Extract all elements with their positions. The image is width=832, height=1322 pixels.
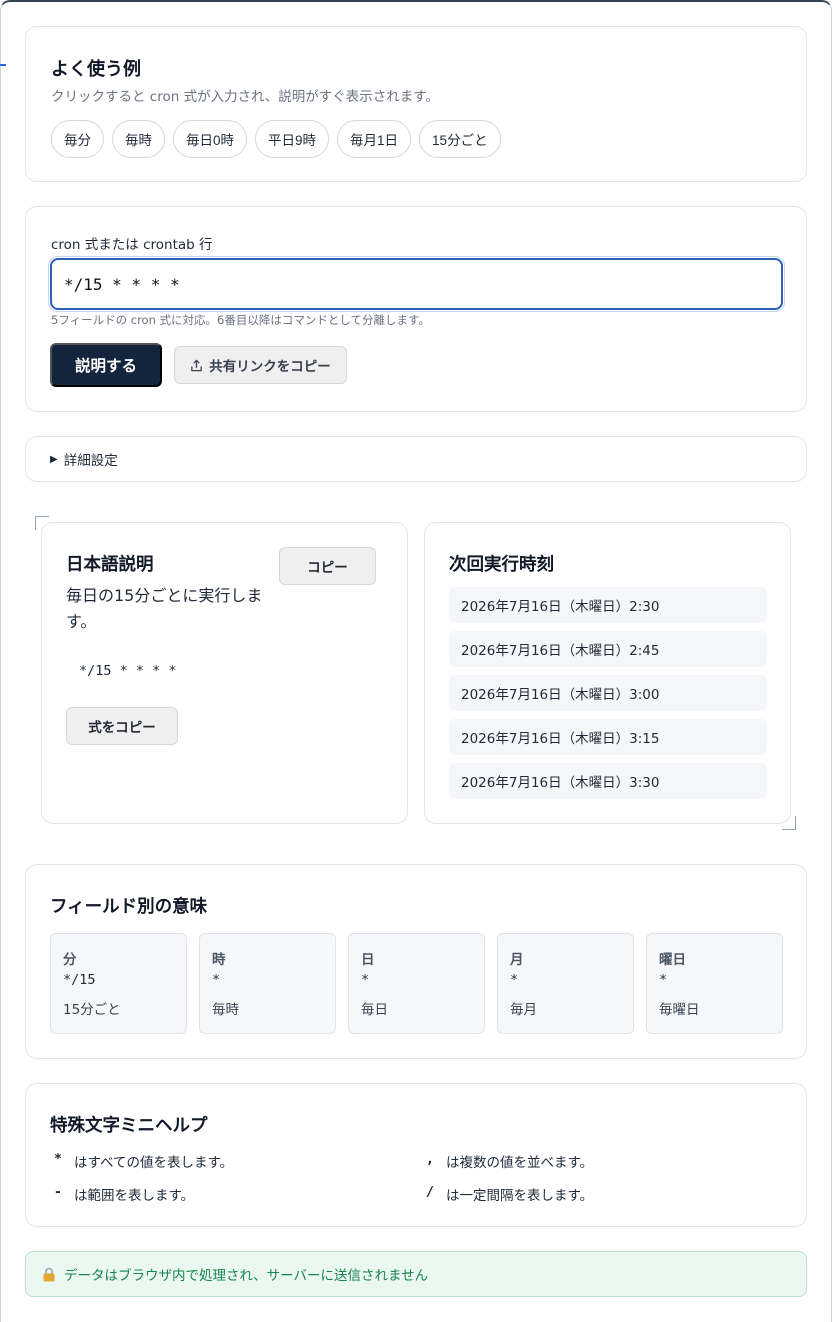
- share-link-button[interactable]: 共有リンクをコピー: [174, 346, 347, 384]
- help-item-slash: / は一定間隔を表します。: [424, 1184, 593, 1204]
- expand-triangle-icon: ▶: [50, 453, 58, 465]
- cron-input[interactable]: */15 * * * *: [48, 256, 785, 312]
- field-value: *: [510, 972, 519, 988]
- copy-description-button[interactable]: コピー: [279, 547, 376, 585]
- lock-icon: [43, 1267, 55, 1281]
- field-name: 時: [212, 952, 226, 968]
- edge-marker: [0, 64, 6, 66]
- field-name: 分: [63, 952, 77, 968]
- help-item-comma: , は複数の値を並べます。: [424, 1151, 593, 1171]
- advanced-settings-toggle[interactable]: ▶ 詳細設定: [25, 436, 807, 482]
- next-run-item: 2026年7月16日（木曜日）2:45: [449, 631, 767, 667]
- help-text: は一定間隔を表します。: [446, 1188, 594, 1204]
- help-text: は複数の値を並べます。: [446, 1155, 594, 1171]
- next-runs-title: 次回実行時刻: [449, 555, 554, 575]
- next-run-item: 2026年7月16日（木曜日）3:00: [449, 675, 767, 711]
- description-expression: */15 * * * *: [79, 663, 177, 679]
- description-title: 日本語説明: [66, 555, 154, 575]
- field-month: 月 * 毎月: [497, 933, 634, 1034]
- privacy-notice: データはブラウザ内で処理され、サーバーに送信されません: [25, 1251, 807, 1297]
- examples-subtitle: クリックすると cron 式が入力され、説明がすぐ表示されます。: [51, 89, 439, 105]
- example-chip-monthly-1st[interactable]: 毎月1日: [337, 120, 412, 158]
- field-meaning: 15分ごと: [63, 1002, 121, 1018]
- description-text: 毎日の15分ごとに実行します。: [66, 586, 263, 631]
- cron-input-hint: 5フィールドの cron 式に対応。6番目以降はコマンドとして分離します。: [51, 313, 430, 327]
- copy-expression-button[interactable]: 式をコピー: [66, 707, 178, 745]
- help-item-hyphen: - は範囲を表します。: [52, 1184, 194, 1204]
- help-symbol: ,: [425, 1151, 435, 1167]
- next-run-item: 2026年7月16日（木曜日）3:30: [449, 763, 767, 799]
- next-run-item: 2026年7月16日（木曜日）3:15: [449, 719, 767, 755]
- field-minute: 分 */15 15分ごと: [50, 933, 187, 1034]
- example-chip-every-hour[interactable]: 毎時: [112, 120, 165, 158]
- fields-grid: 分 */15 15分ごと 時 * 毎時 日 * 毎日 月 * 毎月 曜日 * 毎…: [50, 933, 783, 1034]
- share-link-label: 共有リンクをコピー: [209, 359, 331, 374]
- help-text: は範囲を表します。: [74, 1188, 195, 1204]
- example-chip-every-minute[interactable]: 毎分: [51, 120, 104, 158]
- example-chips: 毎分 毎時 毎日0時 平日9時 毎月1日 15分ごと: [51, 120, 501, 158]
- field-meaning: 毎時: [212, 1002, 239, 1018]
- field-value: *: [212, 972, 221, 988]
- help-symbol: -: [53, 1184, 63, 1200]
- field-name: 曜日: [659, 952, 686, 968]
- field-value: *: [361, 972, 370, 988]
- field-weekday: 曜日 * 毎曜日: [646, 933, 783, 1034]
- examples-card: よく使う例 クリックすると cron 式が入力され、説明がすぐ表示されます。 毎…: [25, 26, 807, 182]
- fields-card: フィールド別の意味 分 */15 15分ごと 時 * 毎時 日 * 毎日 月 *…: [25, 864, 807, 1059]
- examples-title: よく使う例: [51, 59, 141, 80]
- field-meaning: 毎月: [510, 1002, 537, 1018]
- help-item-asterisk: * はすべての値を表します。: [52, 1151, 233, 1171]
- privacy-text: データはブラウザ内で処理され、サーバーに送信されません: [64, 1268, 429, 1284]
- input-card: cron 式または crontab 行 */15 * * * * 5フィールドの…: [25, 206, 807, 412]
- help-symbol: /: [425, 1184, 435, 1200]
- cron-input-label: cron 式または crontab 行: [51, 237, 213, 253]
- field-meaning: 毎曜日: [659, 1002, 700, 1018]
- description-panel: 日本語説明 コピー 毎日の15分ごとに実行します。 */15 * * * * 式…: [41, 522, 408, 824]
- example-chip-weekdays-9[interactable]: 平日9時: [255, 120, 330, 158]
- example-chip-every-15-min[interactable]: 15分ごと: [419, 120, 501, 158]
- field-hour: 時 * 毎時: [199, 933, 336, 1034]
- explain-button[interactable]: 説明する: [50, 343, 162, 387]
- example-chip-daily-midnight[interactable]: 毎日0時: [173, 120, 248, 158]
- advanced-settings-label: 詳細設定: [63, 453, 118, 469]
- next-runs-panel: 次回実行時刻 2026年7月16日（木曜日）2:30 2026年7月16日（木曜…: [424, 522, 791, 824]
- share-icon: [191, 358, 203, 371]
- field-value: */15: [63, 972, 96, 988]
- help-text: はすべての値を表します。: [74, 1155, 234, 1171]
- field-meaning: 毎日: [361, 1002, 388, 1018]
- field-day: 日 * 毎日: [348, 933, 485, 1034]
- help-title: 特殊文字ミニヘルプ: [50, 1116, 208, 1136]
- help-symbol: *: [53, 1151, 63, 1167]
- fields-title: フィールド別の意味: [50, 897, 208, 917]
- next-run-item: 2026年7月16日（木曜日）2:30: [449, 587, 767, 623]
- field-name: 日: [361, 952, 375, 968]
- field-value: *: [659, 972, 668, 988]
- next-runs-list: 2026年7月16日（木曜日）2:30 2026年7月16日（木曜日）2:45 …: [449, 587, 767, 807]
- field-name: 月: [510, 952, 524, 968]
- special-chars-help-card: 特殊文字ミニヘルプ * はすべての値を表します。 , は複数の値を並べます。 -…: [25, 1083, 807, 1227]
